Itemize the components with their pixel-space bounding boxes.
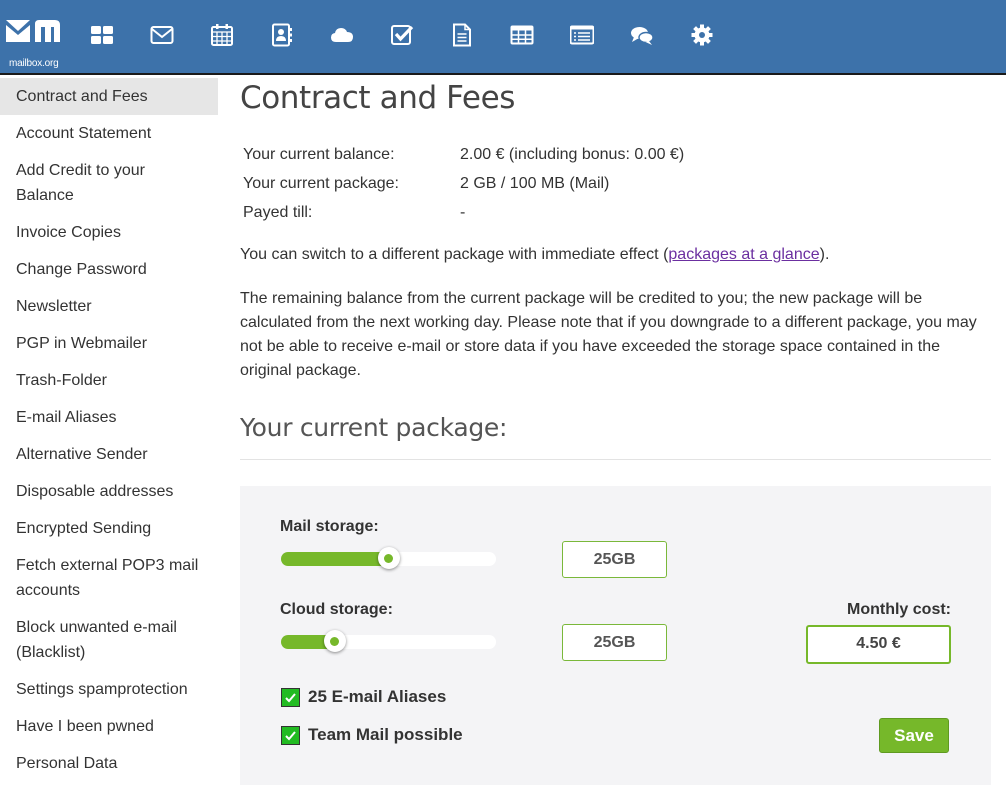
sidebar-item-blacklist[interactable]: Block unwanted e-mail (Blacklist) [0, 609, 202, 671]
sidebar-item-trash-folder[interactable]: Trash-Folder [0, 362, 218, 399]
page-title: Contract and Fees [240, 80, 516, 116]
section-divider [240, 459, 991, 460]
sidebar-item-alternative-sender[interactable]: Alternative Sender [0, 436, 218, 473]
sidebar-item-label: Invoice Copies [16, 224, 121, 241]
info-row-balance: Your current balance: 2.00 € (including … [240, 140, 684, 169]
package-change-note: The remaining balance from the current p… [240, 290, 977, 379]
sidebar-item-disposable-addresses[interactable]: Disposable addresses [0, 473, 218, 510]
sidebar-item-label: E-mail Aliases [16, 409, 117, 426]
info-label: Your current package: [243, 174, 399, 192]
sidebar-item-label: Block unwanted e-mail (Blacklist) [16, 619, 177, 661]
sidebar-item-account-statement[interactable]: Account Statement [0, 115, 218, 152]
sidebar-item-contract-and-fees[interactable]: Contract and Fees [0, 78, 218, 115]
switch-package-text: You can switch to a different package wi… [240, 243, 992, 267]
document-icon[interactable] [449, 22, 475, 48]
sidebar-item-email-aliases[interactable]: E-mail Aliases [0, 399, 218, 436]
packages-at-a-glance-link[interactable]: packages at a glance [668, 246, 819, 263]
save-button[interactable]: Save [879, 718, 949, 753]
sidebar-item-label: Have I been pwned [16, 718, 154, 735]
chat-icon[interactable] [629, 22, 655, 48]
current-package-heading: Your current package: [240, 413, 508, 442]
sidebar-item-label: Settings spamprotection [16, 681, 188, 698]
cloud-storage-label: Cloud storage: [280, 601, 393, 618]
email-aliases-checkbox[interactable] [281, 687, 300, 707]
sidebar-item-label: Trash-Folder [16, 372, 107, 389]
info-value: - [460, 203, 466, 221]
info-row-package: Your current package: 2 GB / 100 MB (Mai… [240, 169, 684, 198]
feature-label: 25 E-mail Aliases [308, 687, 447, 706]
sidebar-item-newsletter[interactable]: Newsletter [0, 288, 218, 325]
dashboard-icon[interactable] [89, 22, 115, 48]
sidebar-item-label: Fetch external POP3 mail accounts [16, 557, 199, 599]
feature-email-aliases[interactable]: 25 E-mail Aliases [281, 687, 446, 707]
address-book-icon[interactable] [269, 22, 295, 48]
monthly-cost-value: 4.50 € [806, 625, 951, 664]
logo-text: mailbox.org [9, 58, 59, 69]
cloud-storage-value[interactable]: 25GB [562, 624, 667, 661]
sidebar-item-label: Newsletter [16, 298, 92, 315]
sidebar-item-personal-data[interactable]: Personal Data [0, 745, 218, 782]
mail-storage-label: Mail storage: [280, 518, 379, 535]
cloud-icon[interactable] [329, 22, 355, 48]
sidebar-item-label: Account Statement [16, 125, 152, 142]
info-label: Payed till: [243, 203, 313, 221]
info-value: 2 GB / 100 MB (Mail) [460, 174, 610, 192]
sidebar-item-label: PGP in Webmailer [16, 335, 148, 352]
settings-gear-icon[interactable] [689, 22, 715, 48]
feature-team-mail[interactable]: Team Mail possible [281, 725, 463, 745]
sidebar-item-have-i-been-pwned[interactable]: Have I been pwned [0, 708, 218, 745]
package-config-panel: Mail storage: 25GB Cloud storage: 25GB M… [240, 486, 991, 785]
main-content: Contract and Fees Your current balance: … [240, 78, 992, 460]
sidebar-item-settings-spamprotection[interactable]: Settings spamprotection [0, 671, 218, 708]
calendar-icon[interactable] [209, 22, 235, 48]
checkmark-icon [285, 692, 296, 702]
account-info-table: Your current balance: 2.00 € (including … [240, 140, 684, 227]
switch-text-before: You can switch to a different package wi… [240, 246, 669, 263]
top-navigation-bar: mailbox.org [0, 0, 1006, 75]
sidebar-item-change-password[interactable]: Change Password [0, 251, 218, 288]
mail-storage-slider[interactable] [281, 547, 496, 569]
switch-text-after: ). [819, 246, 830, 263]
team-mail-checkbox[interactable] [281, 725, 300, 745]
sidebar-item-label: Disposable addresses [16, 483, 174, 500]
feature-label: Team Mail possible [308, 725, 463, 744]
sidebar-menu: Contract and Fees Account Statement Add … [0, 78, 218, 782]
info-label: Your current balance: [243, 145, 395, 163]
sidebar-item-label: Contract and Fees [16, 88, 148, 105]
presentation-icon[interactable] [569, 22, 595, 48]
cloud-storage-slider[interactable] [281, 630, 496, 652]
tasks-icon[interactable] [389, 22, 415, 48]
sidebar-item-invoice-copies[interactable]: Invoice Copies [0, 214, 218, 251]
sidebar-item-label: Alternative Sender [16, 446, 148, 463]
mail-icon[interactable] [149, 22, 175, 48]
sidebar-item-label: Personal Data [16, 755, 118, 772]
info-value: 2.00 € (including bonus: 0.00 €) [460, 145, 685, 163]
info-row-payed-till: Payed till: - [240, 198, 684, 227]
mailbox-logo[interactable]: mailbox.org [4, 16, 64, 69]
checkmark-icon [285, 730, 296, 740]
cloud-storage-slider-handle[interactable] [323, 630, 346, 652]
mail-storage-slider-handle[interactable] [377, 547, 400, 569]
sidebar-item-label: Change Password [16, 261, 147, 278]
sidebar-item-label: Add Credit to your Balance [16, 162, 145, 204]
monthly-cost-label: Monthly cost: [847, 601, 951, 618]
sidebar-item-pgp-in-webmailer[interactable]: PGP in Webmailer [0, 325, 218, 362]
mail-storage-value[interactable]: 25GB [562, 541, 667, 578]
sidebar-item-fetch-pop3[interactable]: Fetch external POP3 mail accounts [0, 547, 222, 609]
sidebar-item-encrypted-sending[interactable]: Encrypted Sending [0, 510, 218, 547]
mail-storage-slider-fill [281, 552, 389, 566]
sidebar-item-add-credit[interactable]: Add Credit to your Balance [0, 152, 182, 214]
sidebar-item-label: Encrypted Sending [16, 520, 152, 537]
logo-envelope-m-icon [6, 20, 60, 42]
spreadsheet-icon[interactable] [509, 22, 535, 48]
